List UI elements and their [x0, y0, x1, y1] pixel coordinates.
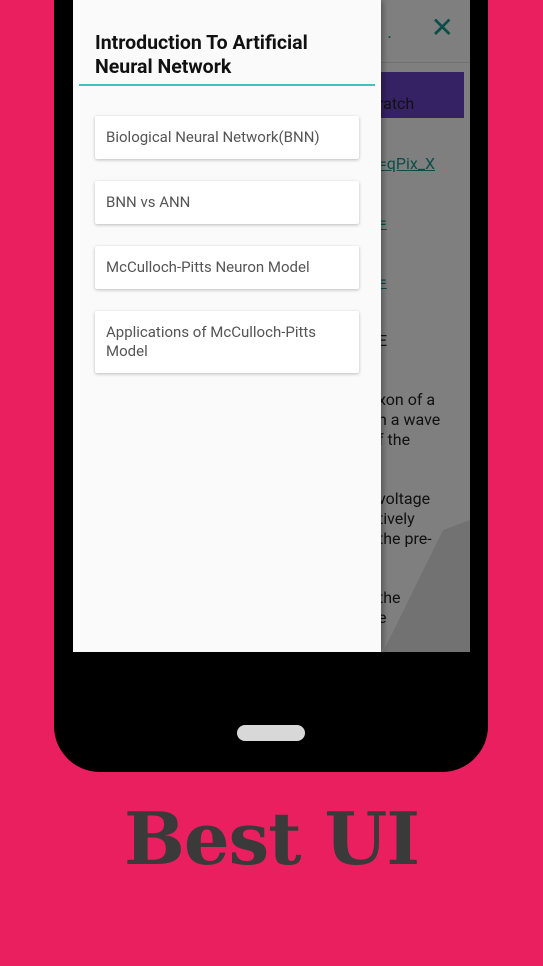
navigation-drawer: Introduction To Artificial Neural Networ…: [73, 0, 381, 652]
topic-item[interactable]: BNN vs ANN: [95, 181, 359, 224]
drawer-divider: [79, 84, 375, 86]
topic-item[interactable]: McCulloch-Pitts Neuron Model: [95, 246, 359, 289]
promo-caption: Best UI: [124, 796, 420, 881]
topic-item[interactable]: Applications of McCulloch-Pitts Model: [95, 311, 359, 373]
home-button[interactable]: [237, 725, 305, 741]
phone-mockup: . ✕ ratch =qPix_X = = E xon of a n a wav…: [54, 0, 488, 772]
drawer-title: Introduction To Artificial Neural Networ…: [95, 31, 308, 78]
topic-list: Biological Neural Network(BNN) BNN vs AN…: [95, 116, 359, 395]
topic-item[interactable]: Biological Neural Network(BNN): [95, 116, 359, 159]
phone-screen: . ✕ ratch =qPix_X = = E xon of a n a wav…: [73, 0, 470, 652]
